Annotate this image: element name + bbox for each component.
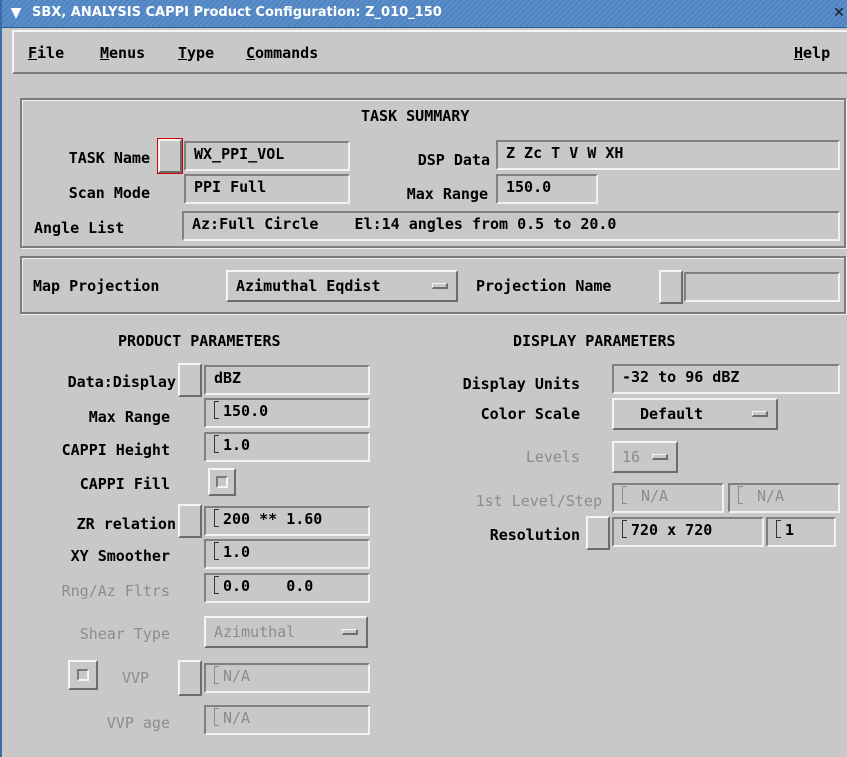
angle-list-label: Angle List — [34, 219, 125, 237]
rng-az-filters-label: Rng/Az Fltrs — [61, 582, 170, 600]
map-projection-select[interactable]: Azimuthal Eqdist — [226, 270, 458, 302]
task-name-label: TASK Name — [68, 149, 150, 167]
scan-mode-field: PPI Full — [184, 174, 350, 204]
text-cursor-icon — [214, 708, 219, 726]
option-menu-indicator-icon — [652, 454, 668, 460]
window-bottom-edge — [2, 736, 847, 757]
data-display-label: Data:Display — [67, 373, 176, 391]
resolution-factor-field[interactable]: 1 — [766, 517, 836, 547]
vvp-field[interactable]: N/A — [204, 663, 370, 693]
task-name-field: WX_PPI_VOL — [184, 141, 350, 171]
resolution-label: Resolution — [489, 526, 580, 544]
text-cursor-icon — [214, 401, 219, 419]
cappi-fill-label: CAPPI Fill — [79, 475, 170, 493]
projection-name-field[interactable] — [684, 272, 840, 302]
display-parameters-heading: DISPLAY PARAMETERS — [513, 332, 676, 350]
scan-mode-label: Scan Mode — [68, 184, 150, 202]
step-field[interactable]: N/A — [728, 483, 840, 513]
max-range-product-field[interactable]: 150.0 — [204, 398, 370, 428]
text-cursor-icon — [214, 666, 219, 684]
option-menu-indicator-icon — [342, 629, 358, 635]
close-icon[interactable]: ✕ — [831, 3, 847, 23]
resolution-field[interactable]: 720 x 720 — [612, 517, 764, 547]
window-title: SBX, ANALYSIS CAPPI Product Configuratio… — [32, 5, 442, 20]
dsp-data-field: Z Zc T V W XH — [496, 140, 840, 170]
display-units-field: -32 to 96 dBZ — [612, 364, 840, 394]
cappi-height-label: CAPPI Height — [61, 441, 170, 459]
vvp-button[interactable] — [178, 660, 202, 696]
text-cursor-icon — [622, 520, 627, 538]
color-scale-select[interactable]: Default — [612, 398, 778, 430]
levels-select[interactable]: 16 — [612, 441, 678, 473]
option-menu-indicator-icon — [752, 411, 768, 417]
text-cursor-icon — [214, 542, 219, 560]
xy-smoother-label: XY Smoother — [70, 547, 170, 565]
max-range-field: 150.0 — [496, 174, 598, 204]
text-cursor-icon — [214, 435, 219, 453]
task-name-button[interactable] — [157, 138, 183, 174]
display-units-label: Display Units — [462, 375, 580, 393]
menu-menus[interactable]: Menus — [100, 44, 145, 62]
shear-type-select[interactable]: Azimuthal — [204, 616, 368, 648]
text-cursor-icon — [214, 576, 219, 594]
projection-name-label: Projection Name — [476, 277, 612, 295]
projection-name-button[interactable] — [659, 270, 683, 304]
data-display-button[interactable] — [178, 363, 202, 397]
first-level-field[interactable]: N/A — [612, 483, 724, 513]
task-summary-heading: TASK SUMMARY — [361, 107, 470, 125]
product-parameters-heading: PRODUCT PARAMETERS — [118, 332, 281, 350]
menu-file[interactable]: File — [28, 44, 64, 62]
text-cursor-icon — [738, 486, 743, 504]
color-scale-label: Color Scale — [480, 405, 580, 423]
chevron-down-icon[interactable]: ▼ — [7, 4, 25, 22]
map-projection-label: Map Projection — [33, 277, 160, 295]
shear-type-label: Shear Type — [79, 625, 170, 643]
option-menu-indicator-icon — [432, 283, 448, 289]
cappi-height-field[interactable]: 1.0 — [204, 432, 370, 462]
data-display-field: dBZ — [204, 365, 370, 395]
vvp-checkbox[interactable] — [68, 660, 98, 690]
menu-bar: File Menus Type Commands Help — [12, 30, 847, 74]
zr-relation-field[interactable]: 200 ** 1.60 — [204, 506, 370, 536]
menu-commands[interactable]: Commands — [246, 44, 318, 62]
vvp-age-label: VVP age — [106, 714, 170, 732]
text-cursor-icon — [214, 509, 219, 527]
xy-smoother-field[interactable]: 1.0 — [204, 539, 370, 569]
resolution-button[interactable] — [586, 516, 610, 550]
text-cursor-icon — [776, 520, 781, 538]
dsp-data-label: DSP Data — [417, 151, 490, 169]
vvp-label: VVP — [122, 669, 150, 687]
title-bar[interactable]: ▼ SBX, ANALYSIS CAPPI Product Configurat… — [2, 0, 847, 28]
angle-list-field: Az:Full Circle El:14 angles from 0.5 to … — [182, 211, 840, 241]
max-range-label: Max Range — [406, 185, 488, 203]
first-level-step-label: 1st Level/Step — [475, 492, 602, 510]
vvp-age-field[interactable]: N/A — [204, 705, 370, 735]
levels-label: Levels — [525, 448, 580, 466]
configuration-window: ▼ SBX, ANALYSIS CAPPI Product Configurat… — [0, 0, 847, 757]
rng-az-filters-field[interactable]: 0.0 0.0 — [204, 573, 370, 603]
zr-relation-button[interactable] — [178, 504, 202, 538]
cappi-fill-checkbox[interactable] — [208, 468, 236, 496]
menu-type[interactable]: Type — [178, 44, 214, 62]
menu-help[interactable]: Help — [794, 44, 830, 62]
text-cursor-icon — [622, 486, 627, 504]
zr-relation-label: ZR relation — [76, 515, 176, 533]
max-range-product-label: Max Range — [88, 408, 170, 426]
